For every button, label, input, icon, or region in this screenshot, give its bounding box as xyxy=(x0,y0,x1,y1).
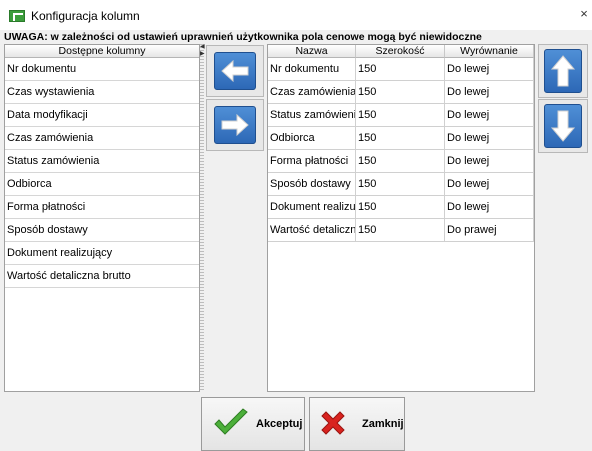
cell-alignment[interactable]: Do prawej xyxy=(445,219,534,242)
cell-name[interactable]: Odbiorca xyxy=(268,127,356,150)
arrow-left-icon xyxy=(214,52,256,90)
splitter-collapse-left-icon[interactable]: ◀ xyxy=(200,44,205,50)
window-app-icon xyxy=(9,10,25,22)
list-item[interactable]: Czas wystawienia xyxy=(5,81,199,104)
title-bar: Konfiguracja kolumn × xyxy=(0,0,592,30)
cell-width[interactable]: 150 xyxy=(356,58,445,81)
cell-width[interactable]: 150 xyxy=(356,196,445,219)
list-item[interactable]: Dokument realizujący xyxy=(5,242,199,265)
arrow-right-icon xyxy=(214,106,256,144)
accept-button-label: Akceptuj xyxy=(256,418,303,430)
panel-splitter[interactable] xyxy=(200,44,204,392)
cell-width[interactable]: 150 xyxy=(356,150,445,173)
cell-alignment[interactable]: Do lewej xyxy=(445,150,534,173)
cell-alignment[interactable]: Do lewej xyxy=(445,58,534,81)
list-item[interactable]: Status zamówienia xyxy=(5,150,199,173)
cell-name[interactable]: Sposób dostawy xyxy=(268,173,356,196)
cell-name[interactable]: Forma płatności xyxy=(268,150,356,173)
cell-name[interactable]: Status zamówienia xyxy=(268,104,356,127)
move-right-button[interactable] xyxy=(206,99,264,151)
table-row[interactable]: Wartość detaliczna... 150 Do prawej xyxy=(268,219,534,242)
available-columns-header[interactable]: Dostępne kolumny xyxy=(5,45,199,58)
arrow-up-icon xyxy=(544,49,582,93)
cell-name[interactable]: Nr dokumentu xyxy=(268,58,356,81)
list-item[interactable]: Data modyfikacji xyxy=(5,104,199,127)
list-item[interactable]: Odbiorca xyxy=(5,173,199,196)
list-item[interactable]: Czas zamówienia xyxy=(5,127,199,150)
column-header-alignment[interactable]: Wyrównanie xyxy=(445,45,534,58)
permissions-warning: UWAGA: w zależności od ustawień uprawnie… xyxy=(4,31,482,43)
window-close-button[interactable]: × xyxy=(576,2,592,26)
cell-width[interactable]: 150 xyxy=(356,127,445,150)
cell-width[interactable]: 150 xyxy=(356,173,445,196)
cell-alignment[interactable]: Do lewej xyxy=(445,104,534,127)
move-up-button[interactable] xyxy=(538,44,588,98)
cell-width[interactable]: 150 xyxy=(356,81,445,104)
column-header-width[interactable]: Szerokość xyxy=(356,45,445,58)
list-item[interactable]: Forma płatności xyxy=(5,196,199,219)
cell-name[interactable]: Czas zamówienia xyxy=(268,81,356,104)
cell-alignment[interactable]: Do lewej xyxy=(445,81,534,104)
splitter-collapse-right-icon[interactable]: ▶ xyxy=(200,51,205,57)
close-button-label: Zamknij xyxy=(362,418,404,430)
available-columns-list[interactable]: Dostępne kolumny Nr dokumentu Czas wysta… xyxy=(4,44,200,392)
move-down-button[interactable] xyxy=(538,99,588,153)
cell-name[interactable]: Dokument realizuj... xyxy=(268,196,356,219)
table-row[interactable]: Sposób dostawy 150 Do lewej xyxy=(268,173,534,196)
red-x-icon xyxy=(318,408,354,441)
table-row[interactable]: Forma płatności 150 Do lewej xyxy=(268,150,534,173)
move-left-button[interactable] xyxy=(206,45,264,97)
checkmark-icon xyxy=(212,407,252,441)
cell-alignment[interactable]: Do lewej xyxy=(445,196,534,219)
list-item[interactable]: Wartość detaliczna brutto xyxy=(5,265,199,288)
list-item[interactable]: Nr dokumentu xyxy=(5,58,199,81)
accept-button[interactable]: Akceptuj xyxy=(201,397,305,451)
cell-name[interactable]: Wartość detaliczna... xyxy=(268,219,356,242)
table-row[interactable]: Czas zamówienia 150 Do lewej xyxy=(268,81,534,104)
cell-alignment[interactable]: Do lewej xyxy=(445,173,534,196)
arrow-down-icon xyxy=(544,104,582,148)
table-header: Nazwa Szerokość Wyrównanie xyxy=(268,45,534,58)
cell-width[interactable]: 150 xyxy=(356,219,445,242)
selected-columns-table[interactable]: Nazwa Szerokość Wyrównanie Nr dokumentu … xyxy=(267,44,535,392)
table-row[interactable]: Odbiorca 150 Do lewej xyxy=(268,127,534,150)
table-row[interactable]: Status zamówienia 150 Do lewej xyxy=(268,104,534,127)
list-item[interactable]: Sposób dostawy xyxy=(5,219,199,242)
table-row[interactable]: Dokument realizuj... 150 Do lewej xyxy=(268,196,534,219)
close-button[interactable]: Zamknij xyxy=(309,397,405,451)
table-row[interactable]: Nr dokumentu 150 Do lewej xyxy=(268,58,534,81)
window-title: Konfiguracja kolumn xyxy=(31,9,140,23)
cell-alignment[interactable]: Do lewej xyxy=(445,127,534,150)
column-header-name[interactable]: Nazwa xyxy=(268,45,356,58)
cell-width[interactable]: 150 xyxy=(356,104,445,127)
